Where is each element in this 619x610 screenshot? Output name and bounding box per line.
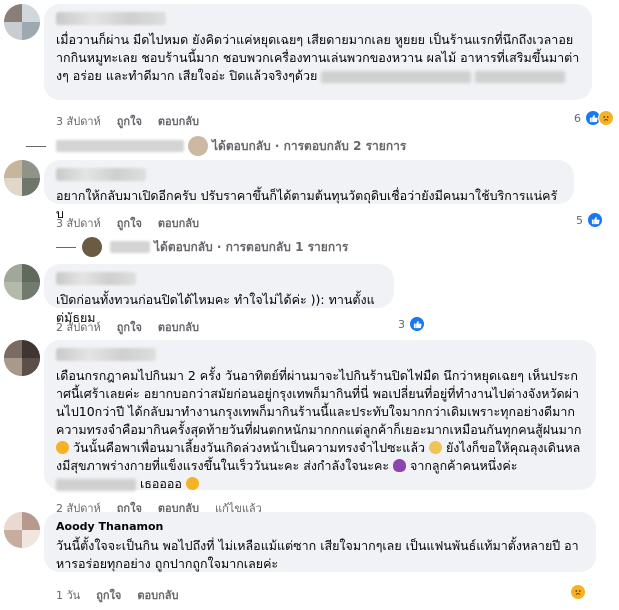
reply-button[interactable]: ตอบกลับ [137, 586, 178, 604]
comment-actions: 3 สัปดาห์ ถูกใจ ตอบกลับ [56, 214, 199, 232]
comment-text: วันนี้ตั้งใจจะเป็นกิน พอไปถึงที่ ไม่เหลื… [56, 538, 579, 571]
comment-time[interactable]: 3 สัปดาห์ [56, 112, 101, 130]
reply-button[interactable]: ตอบกลับ [158, 318, 199, 336]
comment-time[interactable]: 1 วัน [56, 586, 80, 604]
comment-time[interactable]: 2 สัปดาห์ [56, 318, 101, 336]
reply-connector [26, 145, 46, 147]
like-button[interactable]: ถูกใจ [117, 112, 142, 130]
comment-bubble: เมื่อวานก็ผ่าน มีดไปหมด ยังคิดว่าแค่หยุด… [44, 4, 592, 100]
like-button[interactable]: ถูกใจ [117, 214, 142, 232]
avatar[interactable] [4, 160, 40, 196]
grinning-emoji-icon [56, 441, 69, 454]
sad-emoji-icon [429, 441, 442, 454]
replier-names [56, 140, 184, 152]
avatar [188, 136, 208, 156]
commenter-name[interactable]: Aoody Thanamon [56, 520, 584, 533]
reply-connector [56, 246, 76, 248]
like-button[interactable]: ถูกใจ [96, 586, 121, 604]
comment-bubble: เปิดก่อนทั้งทวนก่อนปิดได้ไหมคะ ทำใจไม่ได… [44, 264, 394, 325]
reaction-summary[interactable]: 3 [398, 316, 425, 332]
thumbs-up-icon [587, 212, 603, 228]
commenter-name[interactable] [56, 348, 156, 361]
sad-face-icon [570, 584, 586, 600]
commenter-name[interactable] [56, 272, 136, 285]
avatar[interactable] [4, 4, 40, 40]
avatar[interactable] [4, 340, 40, 376]
comment-text: เมื่อวานก็ผ่าน มีดไปหมด ยังคิดว่าแค่หยุด… [56, 32, 580, 83]
reaction-summary[interactable] [570, 584, 586, 600]
reaction-count: 3 [398, 317, 405, 331]
reply-button[interactable]: ตอบกลับ [158, 214, 199, 232]
replies-summary: ได้ตอบกลับ · การตอบกลับ 2 รายการ [212, 138, 407, 153]
reply-button[interactable]: ตอบกลับ [158, 112, 199, 130]
avatar[interactable] [4, 264, 40, 300]
reaction-count: 6 [574, 111, 581, 125]
avatar [82, 237, 102, 257]
comment-bubble: เดือนกรกฎาคมไปกินมา 2 ครั้ง วันอาทิตย์ที… [44, 340, 596, 491]
comment-bubble: Aoody Thanamon วันนี้ตั้งใจจะเป็นกิน พอไ… [44, 512, 596, 572]
replier-names [110, 241, 150, 253]
sad-face-icon [598, 110, 614, 126]
reaction-summary[interactable]: 5 [576, 212, 603, 228]
commenter-name[interactable] [56, 12, 166, 25]
like-button[interactable]: ถูกใจ [117, 318, 142, 336]
reaction-count: 5 [576, 213, 583, 227]
thumbs-up-icon [409, 316, 425, 332]
avatar[interactable] [4, 512, 40, 548]
view-replies-link[interactable]: ได้ตอบกลับ · การตอบกลับ 1 รายการ [56, 237, 348, 257]
purple-heart-icon [393, 459, 407, 472]
comment-bubble: อยากให้กลับมาเปิดอีกครับ ปรับราคาขึ้นก็ไ… [44, 160, 574, 221]
comment-text: เดือนกรกฎาคมไปกินมา 2 ครั้ง วันอาทิตย์ที… [56, 368, 582, 491]
comment-time[interactable]: 3 สัปดาห์ [56, 214, 101, 232]
comment-actions: 3 สัปดาห์ ถูกใจ ตอบกลับ [56, 112, 199, 130]
reaction-summary[interactable]: 6 [574, 110, 614, 126]
commenter-name[interactable] [56, 168, 146, 181]
comment-actions: 2 สัปดาห์ ถูกใจ ตอบกลับ [56, 318, 199, 336]
comment-actions: 1 วัน ถูกใจ ตอบกลับ [56, 586, 178, 604]
replies-summary: ได้ตอบกลับ · การตอบกลับ 1 รายการ [154, 239, 349, 254]
view-replies-link[interactable]: ได้ตอบกลับ · การตอบกลับ 2 รายการ [26, 136, 406, 156]
sad-emoji-icon [185, 477, 199, 490]
